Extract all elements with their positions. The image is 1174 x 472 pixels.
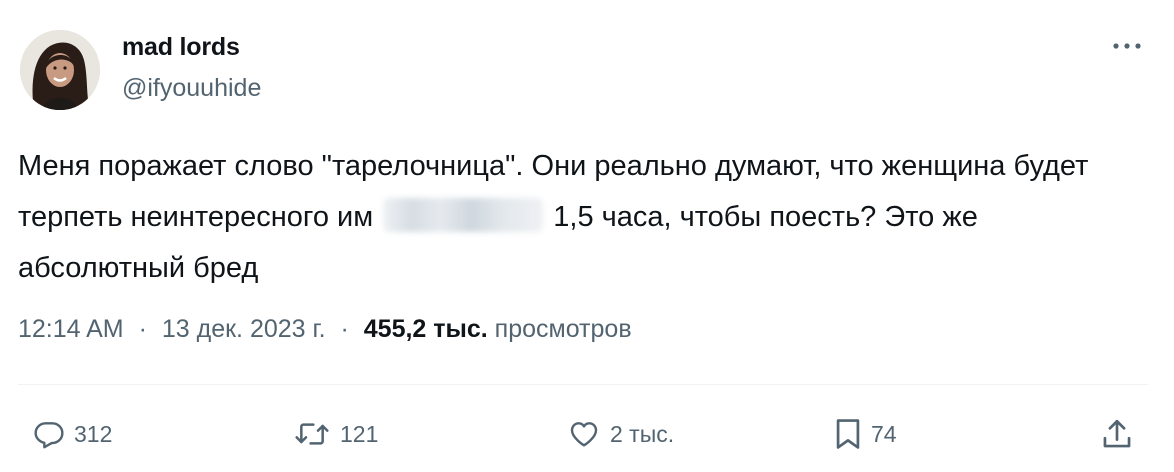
- author-handle[interactable]: @ifyouuhide: [122, 74, 261, 103]
- meta-separator: ·: [340, 315, 349, 343]
- bookmark-icon: [836, 419, 860, 449]
- reply-count: 312: [74, 420, 113, 447]
- share-icon: [1103, 419, 1131, 448]
- more-horizontal-icon: [1113, 43, 1141, 49]
- views-count[interactable]: 455,2 тыс.: [364, 315, 488, 343]
- like-count: 2 тыс.: [610, 420, 675, 447]
- reply-icon: [34, 422, 64, 449]
- like-button[interactable]: 2 тыс.: [566, 416, 674, 452]
- tweet-time[interactable]: 12:14 AM: [18, 315, 124, 343]
- author-name[interactable]: mad lords: [122, 33, 240, 62]
- bookmark-count: 74: [871, 420, 897, 447]
- retweet-button[interactable]: 121: [292, 416, 378, 452]
- blurred-word: [383, 198, 544, 232]
- reply-button[interactable]: 312: [32, 416, 112, 452]
- divider: [18, 384, 1148, 385]
- views-label: просмотров: [494, 315, 632, 343]
- share-button[interactable]: [1101, 416, 1133, 452]
- tweet-text: Меня поражает слово "тарелочница". Они р…: [18, 141, 1138, 294]
- tweet-meta: 12:14 AM · 13 дек. 2023 г. · 455,2 тыс. …: [18, 315, 632, 344]
- tweet-date[interactable]: 13 дек. 2023 г.: [162, 315, 326, 343]
- more-button[interactable]: [1108, 32, 1146, 60]
- retweet-icon: [295, 423, 329, 445]
- retweet-count: 121: [340, 420, 379, 447]
- bookmark-button[interactable]: 74: [833, 416, 897, 452]
- heart-icon: [570, 422, 598, 447]
- meta-separator: ·: [138, 315, 147, 343]
- avatar[interactable]: [20, 30, 100, 110]
- avatar-image: [20, 30, 100, 110]
